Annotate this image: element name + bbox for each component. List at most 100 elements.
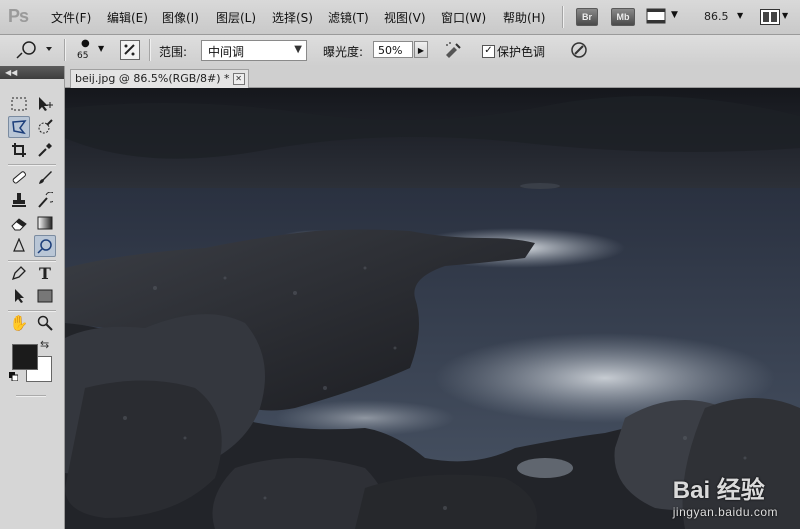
hand-icon: ✋ <box>9 314 29 332</box>
menu-separator <box>562 6 564 28</box>
photo-seascape <box>65 88 800 529</box>
crop-icon <box>12 143 26 157</box>
type-tool[interactable]: T <box>34 262 56 284</box>
blur-tool[interactable] <box>8 235 30 257</box>
move-tool[interactable] <box>34 93 56 115</box>
brush-dropdown-icon: ▼ <box>98 44 105 53</box>
baidu-watermark: Bai 经验 jingyan.baidu.com <box>673 470 778 519</box>
exposure-field[interactable]: 50% <box>373 41 413 58</box>
tool-preset-picker[interactable] <box>14 40 54 60</box>
gradient-tool[interactable] <box>34 212 56 234</box>
options-separator <box>64 39 66 61</box>
mini-bridge-button[interactable]: Mb <box>611 8 635 26</box>
crop-tool[interactable] <box>8 139 30 161</box>
tools-panel: ◀◀ T ✋ ⇆ <box>0 66 65 529</box>
airbrush-toggle[interactable] <box>443 40 463 60</box>
menu-image[interactable]: 图像(I) <box>162 9 199 26</box>
rectangle-tool[interactable] <box>34 285 56 307</box>
brush-tool[interactable] <box>34 166 56 188</box>
watermark-main: Bai 经验 <box>672 477 765 504</box>
document-canvas[interactable]: Bai 经验 jingyan.baidu.com <box>65 88 800 529</box>
pen-tool[interactable] <box>8 262 30 284</box>
zoom-tool[interactable] <box>34 312 56 334</box>
lasso-tool[interactable] <box>8 116 30 138</box>
history-brush-tool[interactable] <box>34 189 56 211</box>
menu-view[interactable]: 视图(V) <box>384 9 426 26</box>
brush-tip-icon: ● <box>81 38 90 49</box>
marquee-tool[interactable] <box>8 93 30 115</box>
document-tab-title: beij.jpg @ 86.5%(RGB/8#) * <box>75 72 230 85</box>
bridge-button[interactable]: Br <box>576 8 598 26</box>
pen-icon <box>11 266 26 281</box>
menu-bar: Ps 文件(F) 编辑(E) 图像(I) 图层(L) 选择(S) 滤镜(T) 视… <box>0 0 800 35</box>
arrange-dropdown-icon[interactable]: ▼ <box>782 11 788 20</box>
close-icon[interactable]: ✕ <box>232 73 245 85</box>
brush-panel-icon <box>124 44 135 56</box>
view-extras-icon <box>646 8 666 24</box>
menu-file[interactable]: 文件(F) <box>51 9 91 26</box>
arrange-documents-icon <box>763 12 777 22</box>
menu-help[interactable]: 帮助(H) <box>503 9 545 26</box>
blur-icon <box>13 238 25 252</box>
exposure-slider-button[interactable]: ▶ <box>414 41 428 58</box>
spot-healing-tool[interactable] <box>8 166 30 188</box>
type-icon: T <box>39 263 51 283</box>
rectangle-icon <box>37 289 53 303</box>
menu-window[interactable]: 窗口(W) <box>441 9 486 26</box>
zoom-readout[interactable]: 86.5 <box>704 10 729 23</box>
view-extras-button[interactable] <box>646 8 668 24</box>
protect-tones-checkbox[interactable]: ✓ <box>482 45 495 58</box>
eyedropper-tool[interactable] <box>34 139 56 161</box>
arrange-documents-button[interactable] <box>760 9 780 25</box>
menu-layer[interactable]: 图层(L) <box>216 9 256 26</box>
range-value: 中间调 <box>208 45 245 59</box>
document-tab-bar: beij.jpg @ 86.5%(RGB/8#) * ✕ <box>65 66 800 88</box>
menu-edit[interactable]: 编辑(E) <box>107 9 148 26</box>
brush-size: 65 <box>77 51 89 61</box>
default-colors-icon[interactable] <box>9 372 18 381</box>
gradient-icon <box>37 216 53 230</box>
tool-separator <box>16 395 46 397</box>
photoshop-logo: Ps <box>8 6 29 26</box>
tablet-pressure-icon <box>571 42 587 58</box>
options-bar: ● 65 ▼ 范围: 中间调 ▼ 曝光度: 50% ▶ ✓ 保护色调 <box>0 35 800 67</box>
dodge-tool[interactable] <box>34 235 56 257</box>
options-separator <box>149 39 151 61</box>
zoom-dropdown-icon[interactable]: ▼ <box>737 11 743 20</box>
panel-collapse-button[interactable]: ◀◀ <box>0 66 64 79</box>
view-extras-arrow-icon[interactable]: ▼ <box>671 10 678 20</box>
watermark-url: jingyan.baidu.com <box>672 505 778 519</box>
marquee-icon <box>11 97 27 111</box>
menu-filter[interactable]: 滤镜(T) <box>328 9 369 26</box>
menu-select[interactable]: 选择(S) <box>272 9 313 26</box>
stamp-icon <box>12 193 26 207</box>
chevron-down-icon: ▼ <box>294 44 302 55</box>
path-selection-tool[interactable] <box>8 285 30 307</box>
quick-selection-icon <box>38 119 53 134</box>
range-select[interactable]: 中间调 ▼ <box>201 40 307 61</box>
quick-selection-tool[interactable] <box>34 116 56 138</box>
tablet-pressure-toggle[interactable] <box>569 40 589 60</box>
exposure-label: 曝光度: <box>323 45 364 59</box>
eraser-tool[interactable] <box>8 212 30 234</box>
polygon-lasso-icon <box>12 120 27 135</box>
path-selection-icon <box>15 289 24 303</box>
history-brush-icon <box>38 192 53 208</box>
brush-picker[interactable]: ● 65 ▼ <box>72 38 106 64</box>
eyedropper-icon <box>38 143 52 157</box>
foreground-color-swatch[interactable] <box>12 344 38 370</box>
airbrush-icon <box>446 42 461 58</box>
brush-panel-toggle[interactable] <box>120 40 140 60</box>
range-label: 范围: <box>159 45 188 59</box>
zoom-icon <box>37 315 53 331</box>
brush-icon <box>39 171 52 184</box>
eraser-icon <box>11 218 27 231</box>
clone-stamp-tool[interactable] <box>8 189 30 211</box>
protect-tones-label: 保护色调 <box>497 45 546 59</box>
hand-tool[interactable]: ✋ <box>8 312 30 334</box>
swap-colors-icon[interactable]: ⇆ <box>40 338 49 351</box>
dodge-tool-preset-icon <box>16 41 52 59</box>
healing-brush-icon <box>12 171 26 184</box>
dodge-icon <box>37 239 52 254</box>
document-tab[interactable]: beij.jpg @ 86.5%(RGB/8#) * ✕ <box>70 69 249 88</box>
